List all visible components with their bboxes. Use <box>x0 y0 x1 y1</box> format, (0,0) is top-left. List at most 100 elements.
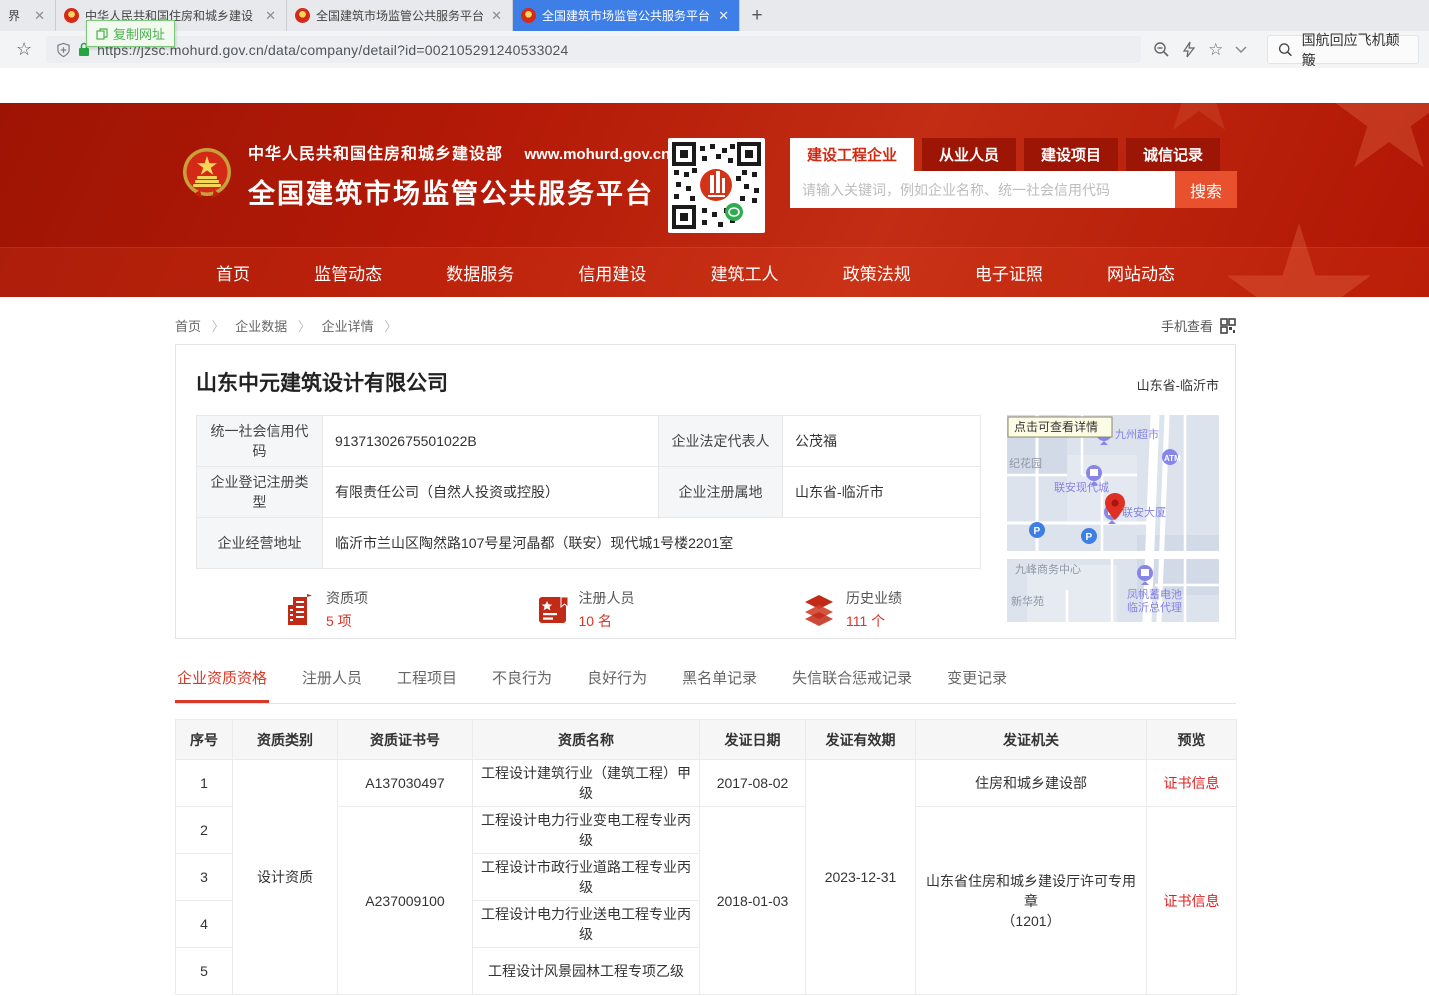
search-tab-project[interactable]: 建设项目 <box>1024 138 1118 171</box>
breadcrumb-enterprise-detail[interactable]: 企业详情 <box>322 319 374 334</box>
row-no: 4 <box>176 901 233 948</box>
stat-value: 10 名 <box>579 611 635 631</box>
tab-title: 全国建筑市场监管公共服务平台 <box>316 7 483 24</box>
toolbar-extensions: ☆ <box>1149 40 1251 60</box>
search-button[interactable]: 搜索 <box>1175 171 1237 208</box>
nav-item-workers[interactable]: 建筑工人 <box>711 260 779 285</box>
layers-icon <box>802 593 836 626</box>
close-icon[interactable]: ✕ <box>716 8 731 24</box>
company-card: 山东中元建筑设计有限公司 山东省-临沂市 统一社会信用代码 9137130267… <box>175 344 1236 639</box>
cert-name-cell: 工程设计电力行业送电工程专业丙级 <box>473 901 700 948</box>
search-category-tabs: 建设工程企业 从业人员 建设项目 诚信记录 <box>790 138 1237 171</box>
col-authority: 发证机关 <box>916 720 1147 760</box>
page-top-gap <box>0 68 1429 103</box>
col-issue-date: 发证日期 <box>700 720 806 760</box>
new-tab-button[interactable]: + <box>740 0 774 31</box>
stat-value: 111 个 <box>846 611 902 631</box>
tab-qualifications[interactable]: 企业资质资格 <box>175 667 269 703</box>
favorites-star-icon[interactable]: ☆ <box>1208 40 1223 60</box>
keyword-search-input[interactable] <box>790 171 1175 208</box>
copy-url-tooltip: 复制网址 <box>86 20 175 47</box>
nav-item-supervision[interactable]: 监管动态 <box>314 260 382 285</box>
shield-icon[interactable] <box>56 42 71 58</box>
tab-blacklist[interactable]: 黑名单记录 <box>680 667 759 703</box>
tab-good-behavior[interactable]: 良好行为 <box>585 667 649 703</box>
site-logo[interactable]: 中华人民共和国住房和城乡建设部 www.mohurd.gov.cn 全国建筑市场… <box>180 140 670 211</box>
breadcrumb-separator-icon: 〉 <box>384 319 397 334</box>
search-tab-personnel[interactable]: 从业人员 <box>922 138 1016 171</box>
legal-rep-label: 企业法定代表人 <box>659 416 783 467</box>
breadcrumb-enterprise-data[interactable]: 企业数据 <box>235 319 287 334</box>
site-header: 中华人民共和国住房和城乡建设部 www.mohurd.gov.cn 全国建筑市场… <box>0 103 1429 297</box>
credit-code-label: 统一社会信用代码 <box>197 416 323 467</box>
close-icon[interactable]: ✕ <box>263 8 278 24</box>
valid-until-cell: 2023-12-31 <box>806 760 916 995</box>
company-location-map[interactable]: 九州超市 ATM P P 纪花园 联安现代城 联安大厦 <box>1007 415 1219 622</box>
building-icon <box>284 593 316 627</box>
quick-search-box[interactable]: 国航回应飞机颠簸 <box>1267 35 1419 64</box>
certificate-info-link[interactable]: 证书信息 <box>1164 775 1220 791</box>
browser-tab-active[interactable]: 全国建筑市场监管公共服务平台 ✕ <box>513 0 740 31</box>
breadcrumb-separator-icon: 〉 <box>212 319 225 334</box>
company-region: 山东省-临沂市 <box>1137 375 1219 394</box>
ministry-name: 中华人民共和国住房和城乡建设部 <box>248 146 503 163</box>
main-navigation: 首页 监管动态 数据服务 信用建设 建筑工人 政策法规 电子证照 网站动态 <box>0 247 1429 297</box>
mobile-view-label[interactable]: 手机查看 <box>1161 316 1213 335</box>
authority-cell: 山东省住房和城乡建设厅许可专用章 （1201） <box>916 807 1147 995</box>
nav-item-site-news[interactable]: 网站动态 <box>1107 260 1175 285</box>
col-valid-until: 发证有效期 <box>806 720 916 760</box>
search-tab-enterprise[interactable]: 建设工程企业 <box>790 138 914 171</box>
search-icon <box>1278 42 1292 57</box>
svg-text:P: P <box>1034 526 1041 537</box>
cert-name-cell: 工程设计风景园林工程专项乙级 <box>473 948 700 995</box>
row-no: 5 <box>176 948 233 995</box>
nav-item-credit[interactable]: 信用建设 <box>578 260 646 285</box>
address-value: 临沂市兰山区陶然路107号星河晶都（联安）现代城1号楼2201室 <box>323 518 981 569</box>
tab-bad-behavior[interactable]: 不良行为 <box>490 667 554 703</box>
authority-cell: 住房和城乡建设部 <box>916 760 1147 807</box>
close-icon[interactable]: ✕ <box>489 8 504 24</box>
nav-item-policy[interactable]: 政策法规 <box>843 260 911 285</box>
tab-projects[interactable]: 工程项目 <box>395 667 459 703</box>
emblem-favicon-icon <box>295 8 310 23</box>
issue-date-cell: 2018-01-03 <box>700 807 806 995</box>
close-icon[interactable]: ✕ <box>32 8 47 24</box>
certificate-icon <box>536 593 569 626</box>
legal-rep-value: 公茂福 <box>783 416 981 467</box>
chevron-down-icon[interactable] <box>1235 46 1247 54</box>
qualification-table: 序号 资质类别 资质证书号 资质名称 发证日期 发证有效期 发证机关 预览 1 … <box>175 719 1237 995</box>
breadcrumb-home[interactable]: 首页 <box>175 319 201 334</box>
stat-label: 注册人员 <box>579 588 635 608</box>
col-no: 序号 <box>176 720 233 760</box>
browser-tab-bar: 界 ✕ 中华人民共和国住房和城乡建设 ✕ 全国建筑市场监管公共服务平台 ✕ 全国… <box>0 0 1429 31</box>
zoom-out-icon[interactable] <box>1153 41 1170 58</box>
table-row: 1 设计资质 A137030497 工程设计建筑行业（建筑工程）甲级 2017-… <box>176 760 1237 807</box>
certificate-info-link[interactable]: 证书信息 <box>1164 893 1220 909</box>
tab-change-records[interactable]: 变更记录 <box>945 667 1009 703</box>
nav-item-data-service[interactable]: 数据服务 <box>446 260 514 285</box>
lightning-icon[interactable] <box>1182 41 1196 58</box>
browser-tab-2[interactable]: 全国建筑市场监管公共服务平台 ✕ <box>287 0 513 31</box>
browser-tab-0[interactable]: 界 ✕ <box>0 0 56 31</box>
map-label-xinhua: 新华苑 <box>1011 594 1044 608</box>
stat-qualifications[interactable]: 资质项 5 项 <box>284 588 368 631</box>
nav-item-e-license[interactable]: 电子证照 <box>975 260 1043 285</box>
stat-registered-personnel[interactable]: 注册人员 10 名 <box>536 588 635 631</box>
search-tab-credit[interactable]: 诚信记录 <box>1126 138 1220 171</box>
reg-region-label: 企业注册属地 <box>659 467 783 518</box>
category-cell: 设计资质 <box>233 760 338 995</box>
row-no: 2 <box>176 807 233 854</box>
map-tooltip: 点击可查看详情 <box>1014 419 1098 434</box>
detail-tabs: 企业资质资格 注册人员 工程项目 不良行为 良好行为 黑名单记录 失信联合惩戒记… <box>175 667 1236 704</box>
stat-value: 5 项 <box>326 611 368 631</box>
reg-region-value: 山东省-临沂市 <box>783 467 981 518</box>
bookmark-star-icon[interactable]: ☆ <box>10 39 38 60</box>
tab-registered-personnel[interactable]: 注册人员 <box>300 667 364 703</box>
nav-item-home[interactable]: 首页 <box>216 260 250 285</box>
tab-dishonesty[interactable]: 失信联合惩戒记录 <box>790 667 914 703</box>
map-label-garden: 纪花园 <box>1009 457 1042 470</box>
stat-history-performance[interactable]: 历史业绩 111 个 <box>802 588 902 631</box>
cert-no-cell: A237009100 <box>338 807 473 995</box>
qr-mini-icon[interactable] <box>1220 318 1236 334</box>
address-bar[interactable]: https://jzsc.mohurd.gov.cn/data/company/… <box>46 36 1141 63</box>
